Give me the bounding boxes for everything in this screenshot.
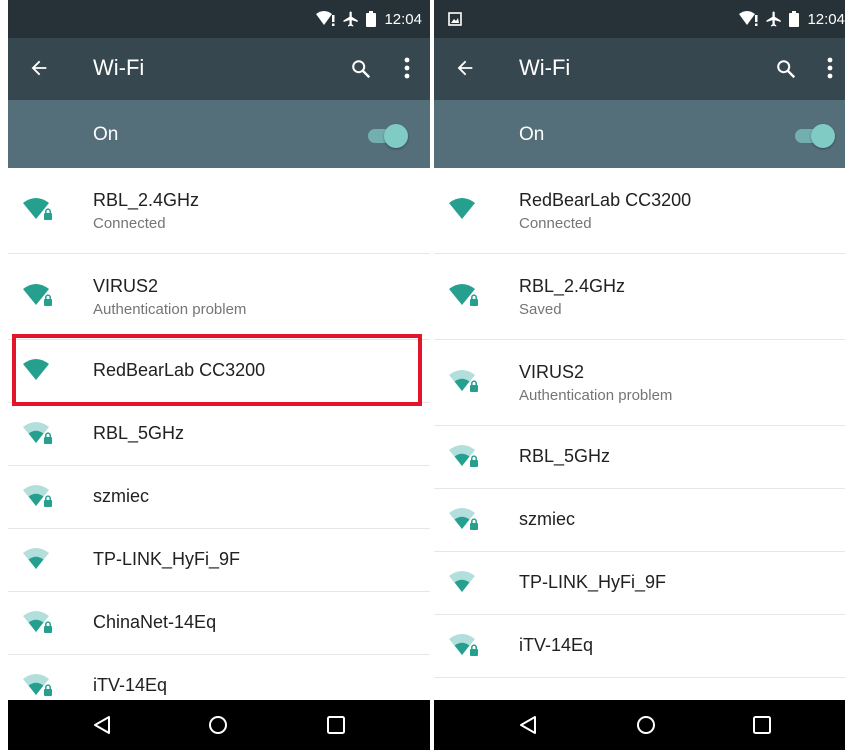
network-row[interactable]: RBL_5GHz xyxy=(8,403,430,466)
network-row[interactable]: RedBearLab CC3200 xyxy=(8,340,430,403)
network-list: RBL_2.4GHz Connected VIRUS2 Authentication … xyxy=(8,168,430,718)
battery-icon xyxy=(789,11,800,27)
status-bar: 12:04 xyxy=(434,0,845,38)
wifi-lock-icon xyxy=(448,506,480,537)
network-row[interactable]: iTV-14Eq xyxy=(434,615,845,678)
network-ssid: ChinaNet-14Eq xyxy=(93,612,217,632)
network-status: Connected xyxy=(93,215,166,232)
network-ssid: RBL_5GHz xyxy=(519,446,611,466)
page-title: Wi-Fi xyxy=(93,55,145,80)
back-triangle-icon[interactable] xyxy=(518,715,538,740)
network-ssid: TP-LINK_HyFi_9F xyxy=(519,572,667,592)
recents-square-icon[interactable] xyxy=(326,715,346,740)
page-title: Wi-Fi xyxy=(519,55,571,80)
toggle-thumb xyxy=(811,124,835,148)
wifi-alert-icon xyxy=(316,11,336,27)
more-vert-icon[interactable] xyxy=(827,57,833,84)
right-phone-screen: 12:04 Wi-Fi On RedBearLab CC3200 Connecte… xyxy=(434,0,845,750)
network-row[interactable]: RBL_5GHz xyxy=(434,426,845,489)
wifi-lock-icon xyxy=(22,672,54,703)
network-ssid: RBL_5GHz xyxy=(93,423,185,443)
wifi-alert-icon xyxy=(739,11,759,27)
network-ssid: szmiec xyxy=(519,509,576,529)
toggle-thumb xyxy=(384,124,408,148)
network-ssid: VIRUS2 xyxy=(93,276,159,296)
app-bar: Wi-Fi xyxy=(434,38,845,100)
status-time: 12:04 xyxy=(384,10,422,28)
wifi-lock-icon xyxy=(22,196,54,227)
network-row[interactable]: RedBearLab CC3200 Connected xyxy=(434,168,845,254)
search-icon[interactable] xyxy=(350,58,372,85)
network-row[interactable]: RBL_2.4GHz Connected xyxy=(8,168,430,254)
wifi-lock-icon xyxy=(448,368,480,399)
status-icons: 12:04 xyxy=(316,0,422,38)
network-row[interactable]: VIRUS2 Authentication problem xyxy=(8,254,430,340)
airplane-icon xyxy=(765,10,783,28)
network-ssid: VIRUS2 xyxy=(519,362,585,382)
battery-icon xyxy=(366,11,377,27)
network-row[interactable]: VIRUS2 Authentication problem xyxy=(434,340,845,426)
wifi-lock-icon xyxy=(448,443,480,474)
wifi-lock-icon xyxy=(22,282,54,313)
left-phone-screen: 12:04 Wi-Fi On RBL_2.4GHz Connected VIRUS2… xyxy=(8,0,430,750)
home-circle-icon[interactable] xyxy=(636,715,656,740)
arrow-left-icon[interactable] xyxy=(454,57,476,84)
wifi-toggle[interactable] xyxy=(795,124,835,148)
network-ssid: TP-LINK_HyFi_9F xyxy=(93,549,241,569)
wifi-icon xyxy=(448,196,480,227)
wifi-toggle[interactable] xyxy=(368,124,408,148)
network-ssid: RBL_2.4GHz xyxy=(93,190,200,210)
network-ssid: RBL_2.4GHz xyxy=(519,276,626,296)
app-bar: Wi-Fi xyxy=(8,38,430,100)
wifi-switch-bar[interactable]: On xyxy=(8,100,430,168)
network-status: Connected xyxy=(519,215,592,232)
status-icons: 12:04 xyxy=(739,0,845,38)
network-status: Saved xyxy=(519,301,562,318)
wifi-icon xyxy=(448,569,480,600)
wifi-switch-bar[interactable]: On xyxy=(434,100,845,168)
wifi-lock-icon xyxy=(22,483,54,514)
network-ssid: iTV-14Eq xyxy=(93,675,168,695)
network-row[interactable]: ChinaNet-14Eq xyxy=(8,592,430,655)
network-row[interactable]: TP-LINK_HyFi_9F xyxy=(434,552,845,615)
network-row[interactable]: RBL_2.4GHz Saved xyxy=(434,254,845,340)
wifi-lock-icon xyxy=(448,632,480,663)
wifi-switch-label: On xyxy=(519,124,545,145)
search-icon[interactable] xyxy=(775,58,797,85)
network-row[interactable]: TP-LINK_HyFi_9F xyxy=(8,529,430,592)
back-triangle-icon[interactable] xyxy=(92,715,112,740)
airplane-icon xyxy=(342,10,360,28)
network-status: Authentication problem xyxy=(93,301,247,318)
network-ssid: RedBearLab CC3200 xyxy=(519,190,692,210)
nav-bar xyxy=(8,700,430,750)
home-circle-icon[interactable] xyxy=(208,715,228,740)
wifi-lock-icon xyxy=(22,420,54,451)
nav-bar xyxy=(434,700,845,750)
network-row[interactable]: szmiec xyxy=(8,466,430,529)
wifi-switch-label: On xyxy=(93,124,119,145)
recents-square-icon[interactable] xyxy=(752,715,772,740)
wifi-icon xyxy=(22,546,54,577)
network-list: RedBearLab CC3200 Connected RBL_2.4GHz Save… xyxy=(434,168,845,678)
wifi-icon xyxy=(22,357,54,388)
wifi-lock-icon xyxy=(22,609,54,640)
status-bar: 12:04 xyxy=(8,0,430,38)
more-vert-icon[interactable] xyxy=(404,57,410,84)
wifi-lock-icon xyxy=(448,282,480,313)
status-time: 12:04 xyxy=(807,10,845,28)
network-ssid: RedBearLab CC3200 xyxy=(93,360,266,380)
network-row[interactable]: szmiec xyxy=(434,489,845,552)
network-status: Authentication problem xyxy=(519,387,673,404)
network-ssid: szmiec xyxy=(93,486,150,506)
arrow-left-icon[interactable] xyxy=(28,57,50,84)
image-icon xyxy=(448,12,462,31)
network-ssid: iTV-14Eq xyxy=(519,635,594,655)
